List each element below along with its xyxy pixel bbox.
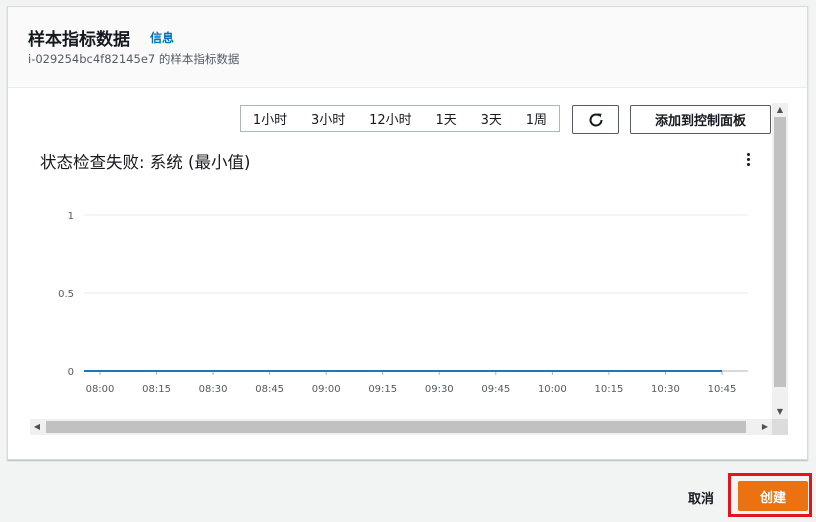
metric-data-panel: 样本指标数据 信息 i-029254bc4f82145e7 的样本指标数据 1小… xyxy=(7,6,808,460)
scroll-right-arrow-icon[interactable]: ▶ xyxy=(758,419,772,435)
time-range-1d[interactable]: 1天 xyxy=(432,109,461,128)
vertical-scroll-thumb[interactable] xyxy=(774,117,786,387)
y-tick-label: 0 xyxy=(68,367,74,378)
time-range-3h[interactable]: 3小时 xyxy=(307,109,349,128)
info-link[interactable]: 信息 xyxy=(150,29,174,46)
cancel-button[interactable]: 取消 xyxy=(688,488,714,507)
refresh-icon xyxy=(589,113,602,126)
line-chart: 0 0.5 1 08:00 08:15 08:30 08:45 09:00 09:15 09:30… xyxy=(58,211,748,395)
x-tick-label: 09:30 xyxy=(425,384,454,395)
panel-subtitle: i-029254bc4f82145e7 的样本指标数据 xyxy=(28,52,240,66)
horizontal-scroll-thumb[interactable] xyxy=(46,421,746,433)
refresh-button[interactable] xyxy=(572,105,619,134)
x-tick-label: 10:30 xyxy=(651,384,680,395)
add-to-dashboard-button[interactable]: 添加到控制面板 xyxy=(630,105,771,134)
x-tick-label: 10:00 xyxy=(538,384,567,395)
create-button[interactable]: 创建 xyxy=(738,481,808,511)
scrollbar-corner xyxy=(772,419,788,435)
time-range-1w[interactable]: 1周 xyxy=(522,109,551,128)
scroll-up-arrow-icon[interactable]: ▲ xyxy=(772,103,788,117)
x-tick-label: 09:45 xyxy=(481,384,510,395)
x-tick-label: 08:15 xyxy=(142,384,171,395)
x-tick-label: 10:45 xyxy=(708,384,737,395)
y-tick-label: 0.5 xyxy=(58,289,74,300)
scroll-down-arrow-icon[interactable]: ▼ xyxy=(772,405,788,419)
x-tick-label: 10:15 xyxy=(594,384,623,395)
scroll-left-arrow-icon[interactable]: ◀ xyxy=(30,419,44,435)
panel-title: 样本指标数据 xyxy=(28,30,130,50)
x-tick-label: 08:45 xyxy=(255,384,284,395)
x-tick-label: 09:15 xyxy=(368,384,397,395)
vertical-scrollbar[interactable]: ▲ ▼ xyxy=(772,103,788,419)
x-tick-label: 09:00 xyxy=(312,384,341,395)
horizontal-scrollbar[interactable]: ◀ ▶ xyxy=(30,419,772,435)
time-range-3d[interactable]: 3天 xyxy=(477,109,506,128)
x-tick-label: 08:00 xyxy=(86,384,115,395)
y-tick-label: 1 xyxy=(68,211,74,222)
chart-container: 状态检查失败: 系统 (最小值) 0 0.5 1 08:00 08:15 08:30 08:… xyxy=(32,145,772,425)
more-vertical-icon[interactable] xyxy=(746,153,752,169)
panel-header: 样本指标数据 信息 i-029254bc4f82145e7 的样本指标数据 xyxy=(8,7,807,88)
time-range-12h[interactable]: 12小时 xyxy=(365,109,416,128)
time-range-selector: 1小时 3小时 12小时 1天 3天 1周 xyxy=(240,105,560,132)
time-range-1h[interactable]: 1小时 xyxy=(249,109,291,128)
chart-title: 状态检查失败: 系统 (最小值) xyxy=(40,153,251,172)
x-tick-label: 08:30 xyxy=(199,384,228,395)
